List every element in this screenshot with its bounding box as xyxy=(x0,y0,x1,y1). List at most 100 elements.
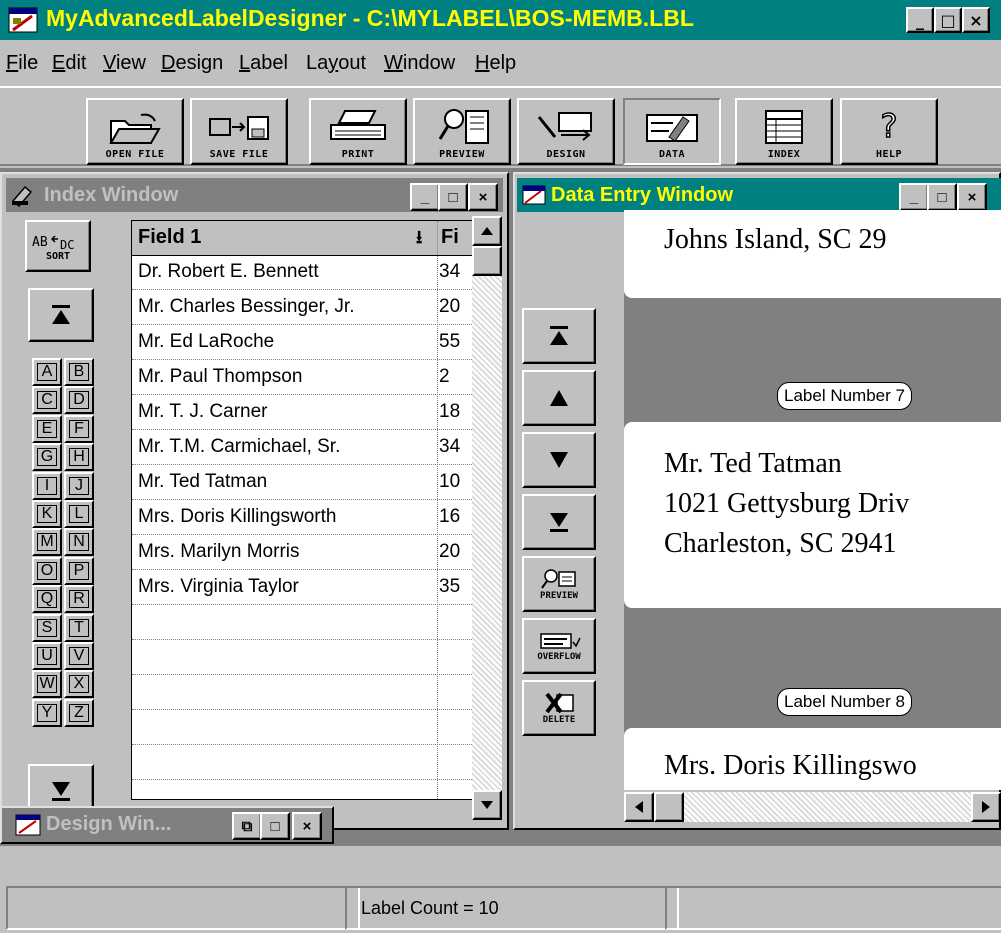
letter-button-g[interactable]: G xyxy=(32,443,62,472)
preview-button[interactable]: PREVIEW xyxy=(413,98,511,165)
table-row[interactable]: Mr. T.M. Carmichael, Sr. 34 xyxy=(132,430,474,465)
data-preview-button[interactable]: PREVIEW xyxy=(522,556,596,612)
table-row[interactable] xyxy=(132,640,474,675)
menu-file[interactable]: File xyxy=(6,52,38,75)
letter-button-n[interactable]: N xyxy=(64,528,94,557)
data-minimize-button[interactable]: _ xyxy=(899,183,929,211)
index-grid: Field 1 ⭳ Fi Dr. Robert E. Bennett 34 Mr. … xyxy=(131,220,475,800)
design-maximize-button[interactable]: □ xyxy=(260,812,290,840)
scroll-left-button[interactable] xyxy=(624,792,654,822)
design-close-button[interactable]: × xyxy=(292,812,322,840)
letter-button-x[interactable]: X xyxy=(64,670,94,699)
letter-button-q[interactable]: Q xyxy=(32,585,62,614)
index-close-button[interactable]: × xyxy=(468,183,498,211)
column-dropdown-icon[interactable]: ⭳ xyxy=(416,225,422,255)
column-header-field2[interactable]: Fi xyxy=(441,226,459,249)
letter-button-b[interactable]: B xyxy=(64,358,94,386)
index-vertical-scrollbar[interactable] xyxy=(472,216,502,820)
label-card-7[interactable]: Mr. Ted Tatman 1021 Gettysburg Driv Char… xyxy=(624,422,1001,608)
minimize-button[interactable]: _ xyxy=(906,7,934,33)
table-row[interactable]: Mrs. Marilyn Morris 20 xyxy=(132,535,474,570)
design-restore-button[interactable]: ⧉ xyxy=(232,812,262,840)
last-arrow-icon xyxy=(550,513,568,532)
index-button[interactable]: INDEX xyxy=(735,98,833,165)
data-overflow-button[interactable]: OVERFLOW xyxy=(522,618,596,674)
table-row[interactable]: Mr. T. J. Carner 18 xyxy=(132,395,474,430)
letter-button-f[interactable]: F xyxy=(64,414,94,443)
scroll-up-button[interactable] xyxy=(472,216,502,246)
letter-button-c[interactable]: C xyxy=(32,386,62,415)
menu-help[interactable]: Help xyxy=(475,52,516,75)
letter-button-j[interactable]: J xyxy=(64,471,94,500)
letter-button-m[interactable]: M xyxy=(32,528,62,557)
menu-edit[interactable]: Edit xyxy=(52,52,86,75)
scroll-right-button[interactable] xyxy=(971,792,1001,822)
table-row[interactable]: Mr. Paul Thompson 2 xyxy=(132,360,474,395)
letter-button-i[interactable]: I xyxy=(32,471,62,500)
letter-button-a[interactable]: A xyxy=(32,358,62,386)
index-maximize-button[interactable]: □ xyxy=(438,183,468,211)
letter-button-e[interactable]: E xyxy=(32,414,62,443)
label-card-8[interactable]: Mrs. Doris Killingswo xyxy=(624,728,1001,790)
letter-button-p[interactable]: P xyxy=(64,556,94,585)
data-last-button[interactable] xyxy=(522,494,596,550)
open-file-button[interactable]: OPEN FILE xyxy=(86,98,184,165)
data-horizontal-scrollbar[interactable] xyxy=(624,792,1001,822)
hscroll-thumb[interactable] xyxy=(654,792,684,822)
help-button[interactable]: ? HELP xyxy=(840,98,938,165)
letter-button-k[interactable]: K xyxy=(32,500,62,528)
letter-button-v[interactable]: V xyxy=(64,642,94,670)
letter-button-o[interactable]: O xyxy=(32,556,62,585)
table-row[interactable] xyxy=(132,745,474,780)
table-row[interactable]: Mr. Ted Tatman 10 xyxy=(132,465,474,500)
scroll-thumb[interactable] xyxy=(472,246,502,276)
design-window-minimized[interactable]: Design Win... ⧉ □ × xyxy=(0,806,334,844)
menu-window[interactable]: Window xyxy=(384,52,455,75)
save-file-button[interactable]: SAVE FILE xyxy=(190,98,288,165)
letter-button-t[interactable]: T xyxy=(64,613,94,642)
letter-button-w[interactable]: W xyxy=(32,670,62,699)
data-first-button[interactable] xyxy=(522,308,596,364)
menu-label[interactable]: Label xyxy=(239,52,288,75)
table-row[interactable]: Mrs. Virginia Taylor 35 xyxy=(132,570,474,605)
scroll-down-button[interactable] xyxy=(472,790,502,820)
data-next-button[interactable] xyxy=(522,432,596,488)
letter-button-u[interactable]: U xyxy=(32,642,62,670)
table-row[interactable] xyxy=(132,675,474,710)
letter-button-s[interactable]: S xyxy=(32,613,62,642)
design-button[interactable]: DESIGN xyxy=(517,98,615,165)
cell-field1: Mr. Charles Bessinger, Jr. xyxy=(138,296,355,317)
print-button[interactable]: PRINT xyxy=(309,98,407,165)
data-delete-button[interactable]: DELETE xyxy=(522,680,596,736)
table-row[interactable]: Dr. Robert E. Bennett 34 xyxy=(132,255,474,290)
go-first-button[interactable] xyxy=(28,288,94,342)
maximize-button[interactable]: □ xyxy=(934,7,962,33)
letter-button-d[interactable]: D xyxy=(64,386,94,415)
menu-design[interactable]: Design xyxy=(161,52,223,75)
table-row[interactable]: Mr. Ed LaRoche 55 xyxy=(132,325,474,360)
letter-button-r[interactable]: R xyxy=(64,585,94,614)
table-row[interactable]: Mrs. Doris Killingsworth 16 xyxy=(132,500,474,535)
menu-layout[interactable]: Layout xyxy=(306,52,366,75)
table-row[interactable] xyxy=(132,710,474,745)
close-button[interactable]: × xyxy=(962,7,990,33)
sort-icon: AB DC xyxy=(32,235,74,251)
column-header-field1[interactable]: Field 1 xyxy=(138,226,201,249)
table-row[interactable]: Mr. Charles Bessinger, Jr. 20 xyxy=(132,290,474,325)
letter-button-h[interactable]: H xyxy=(64,443,94,472)
data-maximize-button[interactable]: □ xyxy=(927,183,957,211)
letter-button-y[interactable]: Y xyxy=(32,698,62,727)
table-row[interactable] xyxy=(132,605,474,640)
data-button[interactable]: DATA xyxy=(623,98,721,165)
label-number-7: Label Number 7 xyxy=(777,382,912,410)
table-row[interactable] xyxy=(132,780,474,799)
index-minimize-button[interactable]: _ xyxy=(410,183,440,211)
app-icon[interactable] xyxy=(8,5,38,35)
data-close-button[interactable]: × xyxy=(957,183,987,211)
label-card-previous[interactable]: Johns Island, SC 29 xyxy=(624,210,1001,298)
sort-button[interactable]: AB DC SORT xyxy=(25,220,91,272)
menu-view[interactable]: View xyxy=(103,52,146,75)
data-previous-button[interactable] xyxy=(522,370,596,426)
letter-button-z[interactable]: Z xyxy=(64,698,94,727)
letter-button-l[interactable]: L xyxy=(64,500,94,528)
